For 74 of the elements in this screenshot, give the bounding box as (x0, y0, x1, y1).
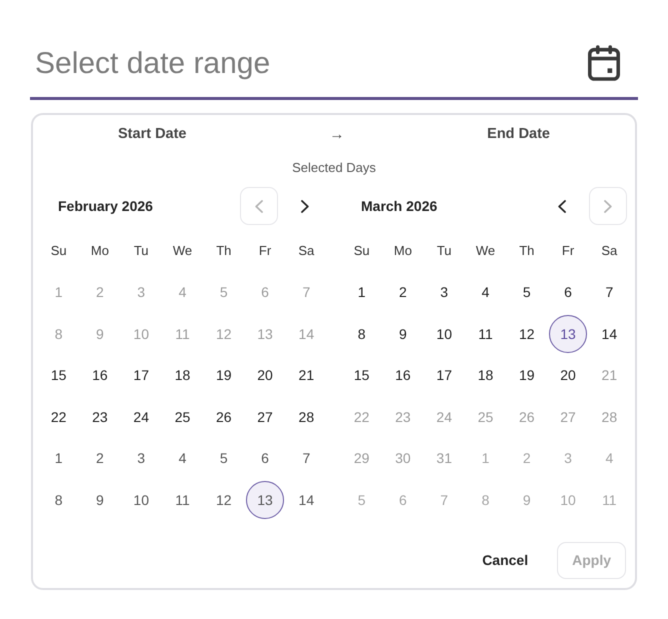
calendar-day[interactable]: 12 (204, 480, 243, 519)
weekday-label: Sa (601, 243, 618, 258)
calendar-day[interactable]: 13 (246, 480, 284, 519)
chevron-left-icon (558, 200, 566, 212)
calendar-day[interactable]: 25 (163, 398, 202, 436)
calendar-day[interactable]: 2 (384, 273, 422, 312)
calendar-day[interactable]: 14 (287, 480, 326, 519)
chevron-right-icon (604, 200, 612, 212)
calendar-day[interactable]: 13 (549, 314, 588, 353)
calendar-day[interactable]: 11 (163, 480, 202, 519)
calendar-day[interactable]: 6 (246, 439, 284, 478)
weekday-label: Mo (90, 243, 109, 258)
calendar-day[interactable]: 19 (508, 356, 546, 394)
chevron-right-icon (301, 200, 309, 212)
selected-days-label: Selected Days (291, 159, 377, 177)
calendar-day[interactable]: 4 (163, 439, 202, 478)
calendar-day[interactable]: 17 (122, 356, 160, 394)
calendar-day[interactable]: 8 (342, 314, 381, 353)
calendar-day[interactable]: 24 (122, 398, 160, 436)
calendar-day[interactable]: 21 (287, 356, 326, 394)
calendar-day[interactable]: 11 (466, 314, 504, 353)
calendar-day[interactable]: 16 (80, 356, 119, 394)
weekday-label: Sa (298, 243, 314, 258)
calendar-day[interactable]: 18 (466, 356, 504, 394)
weekday-label: We (172, 243, 192, 258)
weekday-label: Fr (258, 243, 272, 258)
calendar-day[interactable]: 18 (163, 356, 202, 394)
weekday-label: Th (519, 243, 534, 258)
date-range-field[interactable]: Select date range (30, 30, 638, 100)
weekday-label: Mo (394, 243, 412, 258)
calendar-day[interactable]: 4 (466, 273, 504, 312)
chevron-left-icon (255, 200, 263, 212)
calendar-day[interactable]: 8 (40, 480, 78, 519)
calendar-day[interactable]: 3 (122, 439, 160, 478)
calendar-day[interactable]: 9 (80, 480, 119, 519)
weekday-label: Su (50, 243, 67, 258)
calendar-day[interactable]: 22 (40, 398, 78, 436)
start-date-label: Start Date (118, 126, 186, 142)
calendar-day[interactable]: 26 (204, 398, 243, 436)
calendar-day[interactable]: 14 (590, 314, 628, 353)
weekday-label: Tu (436, 243, 452, 258)
weekday-label: Su (354, 243, 370, 258)
calendar-day[interactable]: 28 (287, 398, 326, 436)
calendar-day[interactable]: 1 (40, 439, 78, 478)
calendar-day[interactable]: 7 (287, 439, 326, 478)
calendar-day[interactable]: 10 (425, 314, 464, 353)
calendar-day[interactable]: 16 (384, 356, 422, 394)
calendar-icon[interactable] (588, 45, 620, 81)
calendar-day[interactable]: 12 (508, 314, 546, 353)
calendar-day[interactable]: 23 (80, 398, 119, 436)
calendar-day[interactable]: 7 (590, 273, 628, 312)
end-date-label: End Date (487, 126, 550, 142)
weekday-label: Th (216, 243, 232, 258)
weekday-label: We (476, 243, 496, 258)
weekday-label: Fr (562, 243, 574, 258)
calendar-day[interactable]: 20 (549, 356, 588, 394)
calendar-day[interactable]: 15 (40, 356, 78, 394)
calendar-day[interactable]: 1 (342, 273, 381, 312)
calendar-day[interactable]: 5 (204, 439, 243, 478)
calendar-day[interactable]: 5 (508, 273, 546, 312)
calendar-day[interactable]: 27 (246, 398, 284, 436)
calendar-day[interactable]: 9 (384, 314, 422, 353)
calendar-day[interactable]: 6 (549, 273, 588, 312)
weekday-label: Tu (134, 243, 149, 258)
calendar-day[interactable]: 17 (425, 356, 464, 394)
calendar-day[interactable]: 3 (425, 273, 464, 312)
calendar-day[interactable]: 20 (246, 356, 284, 394)
range-arrow: → (329, 126, 344, 142)
calendar-day[interactable]: 15 (342, 356, 381, 394)
calendar-day[interactable]: 2 (80, 439, 119, 478)
month-title: February 2026 (58, 198, 154, 214)
month-title: March 2026 (361, 198, 438, 214)
calendar-day[interactable]: 10 (122, 480, 160, 519)
calendar-day[interactable]: 19 (204, 356, 243, 394)
